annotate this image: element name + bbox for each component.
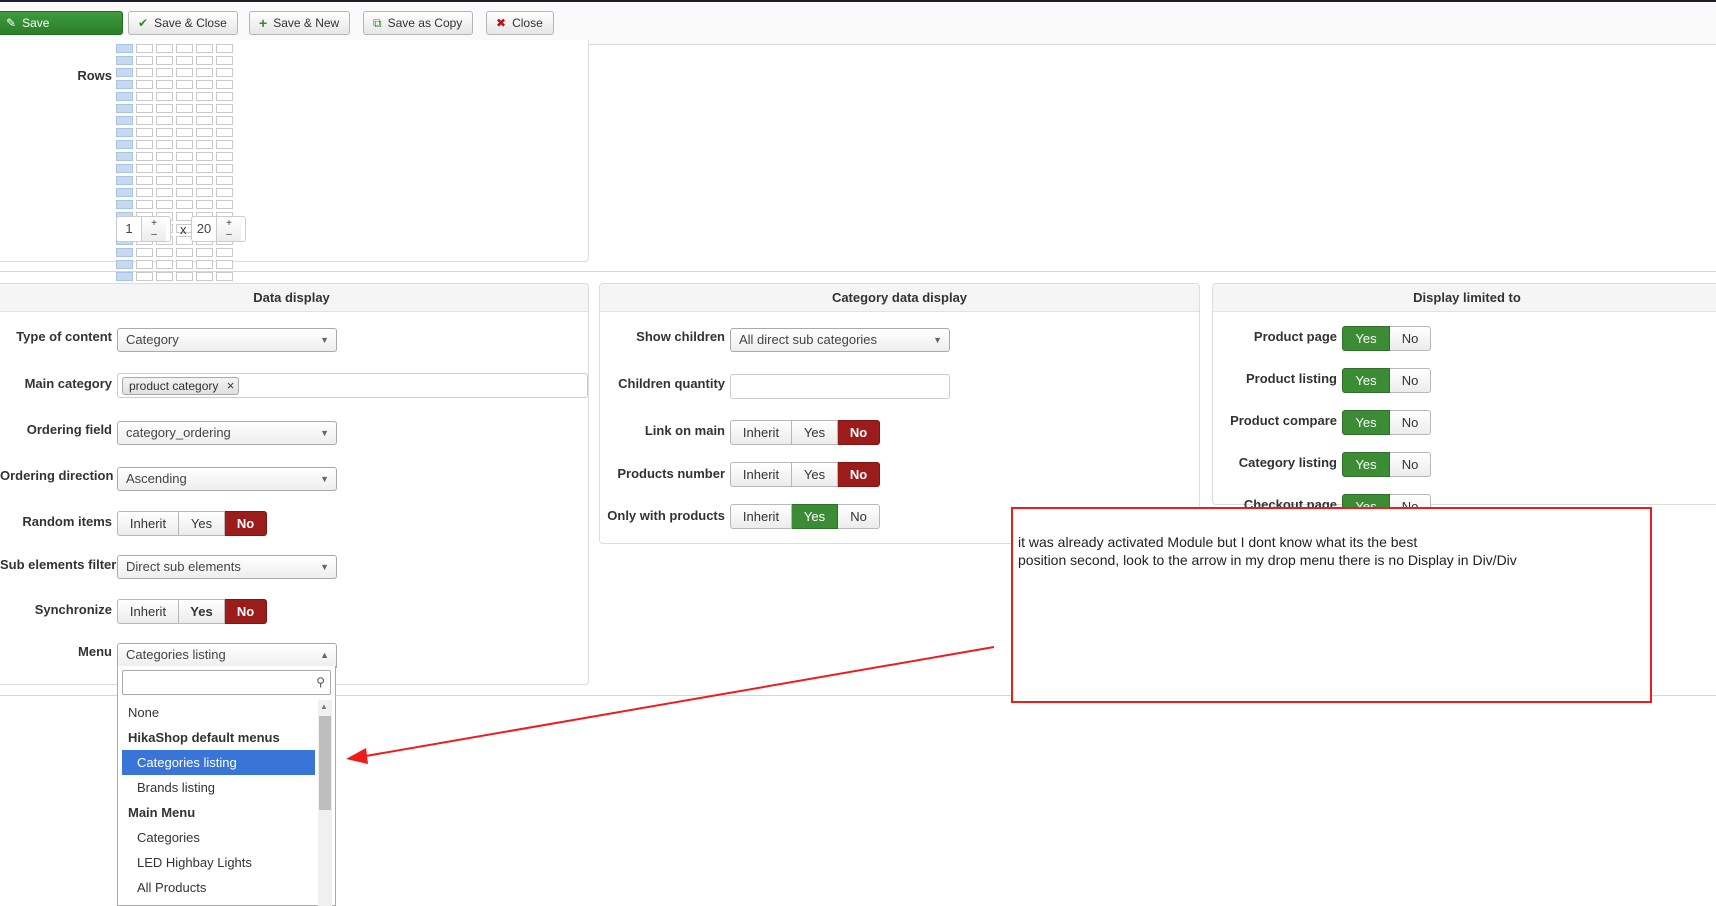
dropdown-item-brands-listing[interactable]: Brands listing bbox=[122, 775, 315, 800]
scrollbar-thumb[interactable] bbox=[319, 716, 331, 810]
dropdown-item-categories[interactable]: Categories bbox=[122, 825, 315, 850]
scroll-up-icon[interactable]: ▲ bbox=[320, 702, 328, 711]
arrow-head-icon bbox=[346, 748, 368, 764]
arrow-line bbox=[359, 646, 995, 758]
dropdown-scrollbar[interactable]: ▲ bbox=[318, 700, 332, 906]
dropdown-item-none[interactable]: None bbox=[122, 700, 315, 725]
dropdown-group-main-menu: Main Menu bbox=[128, 805, 196, 820]
dropdown-item-all-products[interactable]: All Products bbox=[122, 875, 315, 900]
dropdown-item-led-highbay[interactable]: LED Highbay Lights bbox=[122, 850, 315, 875]
dropdown-item-categories-listing[interactable]: Categories listing bbox=[122, 750, 315, 775]
dropdown-search-input[interactable]: ⚲ bbox=[122, 670, 331, 695]
menu-dropdown[interactable]: ⚲ None HikaShop default menus Categories… bbox=[117, 666, 336, 906]
dropdown-group-hikashop: HikaShop default menus bbox=[128, 730, 280, 745]
search-icon: ⚲ bbox=[316, 675, 325, 689]
